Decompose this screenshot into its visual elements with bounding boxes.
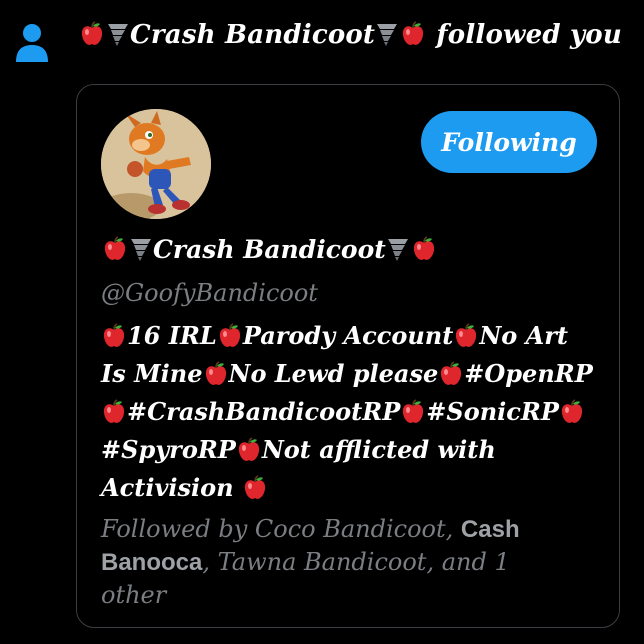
tornado-emoji-icon (387, 236, 409, 262)
bio-text: No Lewd please (228, 359, 439, 388)
display-name-text: Crash Bandicoot (153, 235, 386, 264)
notification-row[interactable]: Crash Bandicoot followed you (0, 0, 644, 80)
apple-emoji-icon (412, 236, 436, 262)
bio-text: Parody Account (242, 321, 454, 350)
notification-account-name[interactable]: Crash Bandicoot (130, 20, 375, 50)
apple-emoji-icon (401, 398, 425, 424)
apple-emoji-icon (103, 236, 127, 262)
followed-by-text[interactable]: Followed by Coco Bandicoot, Cash Banooca… (101, 513, 571, 611)
person-icon (14, 22, 50, 64)
separator: , (202, 548, 218, 576)
hashtag-link[interactable]: #CrashBandicootRP (127, 397, 400, 426)
follower-name: Tawna Bandicoot (217, 548, 427, 576)
hashtag-link[interactable]: #SonicRP (426, 397, 559, 426)
apple-emoji-icon (102, 398, 126, 424)
following-button[interactable]: Following (421, 111, 597, 173)
apple-emoji-icon (401, 21, 425, 47)
hashtag-link[interactable]: #OpenRP (464, 359, 593, 388)
separator: , (445, 515, 461, 543)
tornado-emoji-icon (107, 21, 129, 47)
apple-emoji-icon (243, 474, 267, 500)
apple-emoji-icon (102, 322, 126, 348)
tornado-emoji-icon (376, 21, 398, 47)
apple-emoji-icon (237, 436, 261, 462)
notification-action-text: followed you (436, 20, 622, 50)
apple-emoji-icon (454, 322, 478, 348)
user-card[interactable]: Following Crash Bandicoot @GoofyBandicoo… (76, 84, 620, 628)
apple-emoji-icon (560, 398, 584, 424)
hashtag-link[interactable]: #SpyroRP (101, 435, 236, 464)
user-handle[interactable]: @GoofyBandicoot (101, 279, 601, 307)
apple-emoji-icon (80, 21, 104, 47)
notification-text: Crash Bandicoot followed you (78, 20, 638, 50)
apple-emoji-icon (439, 360, 463, 386)
apple-emoji-icon (204, 360, 228, 386)
crash-bandicoot-avatar[interactable] (101, 109, 211, 219)
follower-name: Coco Bandicoot (254, 515, 446, 543)
followed-by-prefix: Followed by (101, 515, 248, 543)
display-name[interactable]: Crash Bandicoot (101, 235, 601, 264)
tornado-emoji-icon (130, 236, 152, 262)
user-bio: 16 IRL Parody Account No Art Is Mine No Lew… (101, 317, 601, 507)
apple-emoji-icon (218, 322, 242, 348)
bio-text: 16 IRL (127, 321, 217, 350)
